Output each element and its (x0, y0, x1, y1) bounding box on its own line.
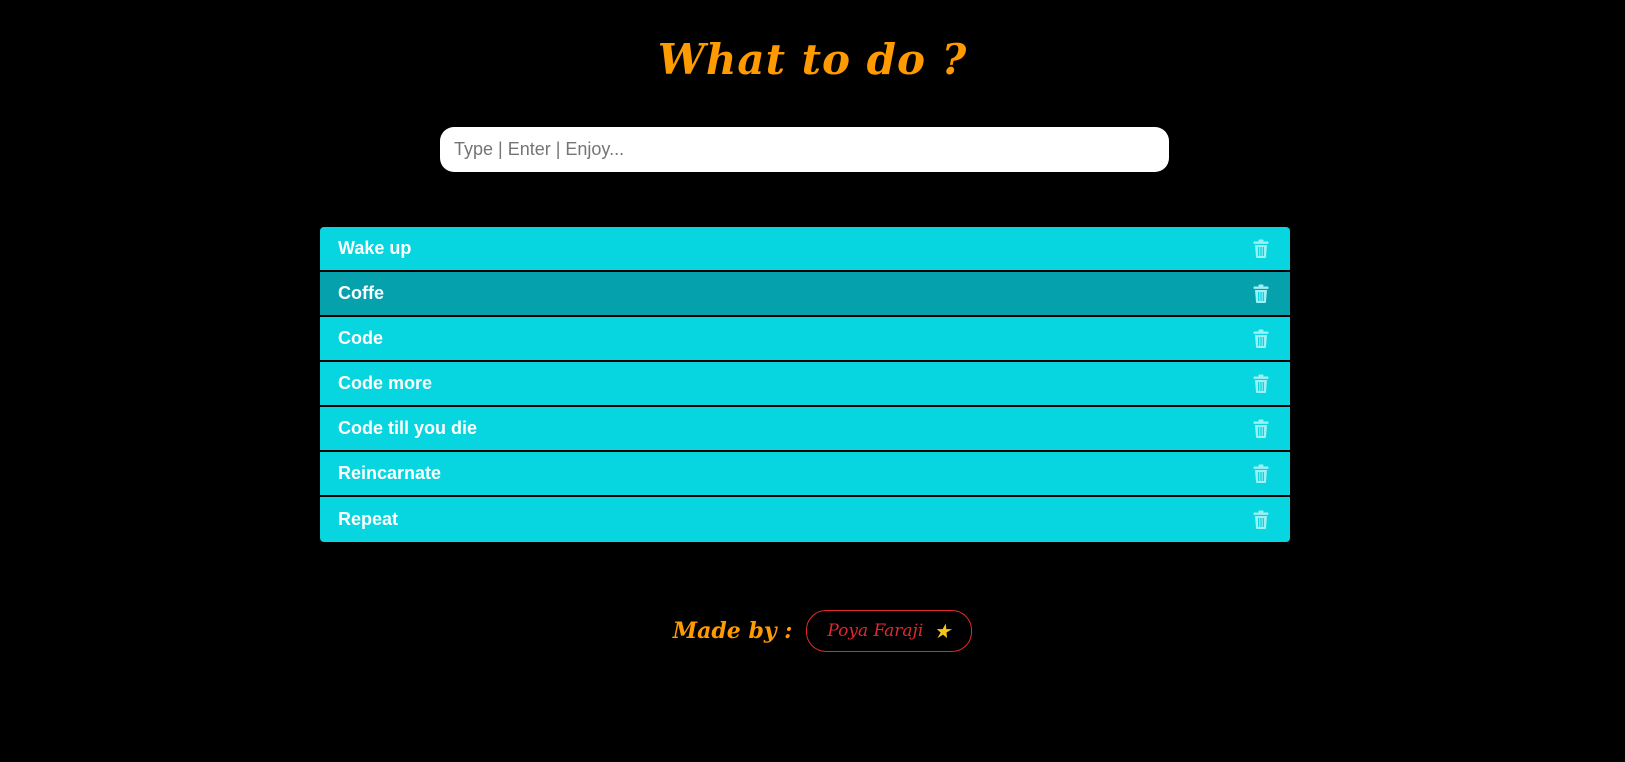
footer: Made by : Poya Faraji ★ (0, 610, 1625, 652)
todo-list: Wake up Coffe Code Code more Code till y… (320, 227, 1290, 542)
todo-item[interactable]: Code (320, 317, 1290, 362)
trash-icon[interactable] (1252, 329, 1270, 349)
todo-item[interactable]: Coffe (320, 272, 1290, 317)
todo-item[interactable]: Code till you die (320, 407, 1290, 452)
search-container (440, 127, 1169, 172)
todo-label: Coffe (338, 283, 384, 303)
trash-icon[interactable] (1252, 284, 1270, 304)
todo-item[interactable]: Code more (320, 362, 1290, 407)
todo-label: Repeat (338, 509, 399, 529)
todo-label: Code more (338, 373, 433, 393)
trash-icon[interactable] (1252, 464, 1270, 484)
author-button[interactable]: Poya Faraji ★ (806, 610, 973, 652)
made-by-label: Made by : (672, 618, 793, 644)
trash-icon[interactable] (1252, 239, 1270, 259)
todo-item[interactable]: Repeat (320, 497, 1290, 542)
todo-input[interactable] (440, 127, 1169, 172)
todo-item[interactable]: Reincarnate (320, 452, 1290, 497)
todo-item[interactable]: Wake up (320, 227, 1290, 272)
trash-icon[interactable] (1252, 510, 1270, 530)
author-name: Poya Faraji (827, 621, 924, 641)
trash-icon[interactable] (1252, 374, 1270, 394)
trash-icon[interactable] (1252, 419, 1270, 439)
page-title: What to do ? (657, 35, 968, 84)
todo-label: Code till you die (338, 418, 478, 438)
todo-label: Code (338, 328, 383, 348)
todo-label: Wake up (338, 238, 412, 258)
todo-label: Reincarnate (338, 463, 442, 483)
star-icon: ★ (933, 619, 952, 643)
